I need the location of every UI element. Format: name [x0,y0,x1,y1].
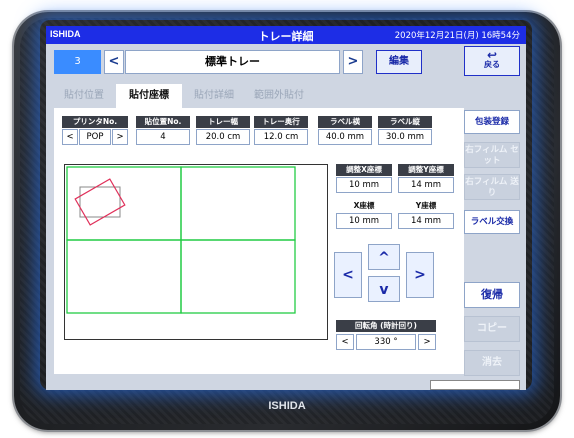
datetime: 2020年12月21日(月) 16時54分 [394,31,520,41]
right-film-feed-button[interactable]: 右フィルム 送り [464,174,520,200]
back-button[interactable]: ↩ 戻る [464,46,520,76]
tray-width-value: 20.0 cm [196,129,250,145]
rotation-prev-button[interactable]: < [336,334,354,350]
label-height-header: ラベル縦 [378,116,432,128]
position-no-header: 貼位置No. [136,116,190,128]
adj-y-header: 調整Y座標 [398,164,454,176]
next-tray-button[interactable]: > [343,50,363,74]
printer-header: プリンタNo. [62,116,128,128]
tray-width-header: トレー幅 [196,116,250,128]
adj-y-value: 14 mm [398,177,454,193]
label-width-value: 40.0 mm [318,129,372,145]
title-bar: ISHIDA トレー詳細 2020年12月21日(月) 16時54分 [46,26,526,44]
tray-name: 標準トレー [125,50,340,74]
packaging-register-button[interactable]: 包装登録 [464,110,520,134]
prev-tray-button[interactable]: < [104,50,124,74]
tray-number: 3 [54,50,101,74]
tray-depth-header: トレー奥行 [254,116,308,128]
x-value: 10 mm [336,213,392,229]
copy-button[interactable]: コピー [464,316,520,342]
y-header: Y座標 [398,200,454,212]
x-header: X座標 [336,200,392,212]
quadrant-bottom-right [180,239,296,314]
screen: ISHIDA トレー詳細 2020年12月21日(月) 16時54分 3 < 標… [46,26,526,390]
quadrant-top-right [180,166,296,241]
y-value: 14 mm [398,213,454,229]
position-no-value: 4 [136,129,190,145]
label-width-header: ラベル横 [318,116,372,128]
coordinates-panel: プリンタNo. < POP > 貼位置No. 4 トレー幅 20.0 cm トレ… [54,108,464,374]
bezel-logo: ISHIDA [268,400,306,412]
delete-button[interactable]: 消去 [464,350,520,376]
tab-bar: 貼付位置 貼付座標 貼付詳細 範囲外貼付 [46,84,466,108]
move-down-button[interactable]: v [368,276,400,302]
move-left-button[interactable]: < [334,252,362,298]
adj-x-value: 10 mm [336,177,392,193]
tab-coordinates[interactable]: 貼付座標 [116,84,182,108]
top-bar: 3 < 標準トレー > 編集 ↩ 戻る [46,44,526,76]
rotation-value: 330 ° [356,334,416,350]
adj-x-header: 調整X座標 [336,164,392,176]
tab-out-of-range[interactable]: 範囲外貼付 [246,84,312,108]
printer-next-button[interactable]: > [112,129,128,145]
rotated-label-outline [74,178,126,226]
edit-button[interactable]: 編集 [376,50,422,74]
page-title: トレー詳細 [258,30,314,43]
tray-layout-svg [66,166,296,314]
move-right-button[interactable]: > [406,252,434,298]
move-up-button[interactable]: ^ [368,244,400,270]
ishida-logo: ISHIDA [50,29,81,39]
label-area-outline [79,186,121,218]
right-film-set-button[interactable]: 右フィルム セット [464,142,520,168]
tab-details[interactable]: 貼付詳細 [184,84,244,108]
label-change-button[interactable]: ラベル交換 [464,210,520,234]
rotation-header: 回転角 (時計回り) [336,320,436,332]
printer-prev-button[interactable]: < [62,129,78,145]
back-arrow-icon: ↩ [486,48,498,62]
tray-depth-value: 12.0 cm [254,129,308,145]
back-label: 戻る [484,60,500,69]
label-height-value: 30.0 mm [378,129,432,145]
restore-button[interactable]: 復帰 [464,282,520,308]
tab-position[interactable]: 貼付位置 [54,84,114,108]
printer-value: POP [79,129,111,145]
rotation-next-button[interactable]: > [418,334,436,350]
tray-canvas[interactable] [64,164,328,340]
status-box [430,380,520,390]
quadrant-bottom-left [66,239,182,314]
